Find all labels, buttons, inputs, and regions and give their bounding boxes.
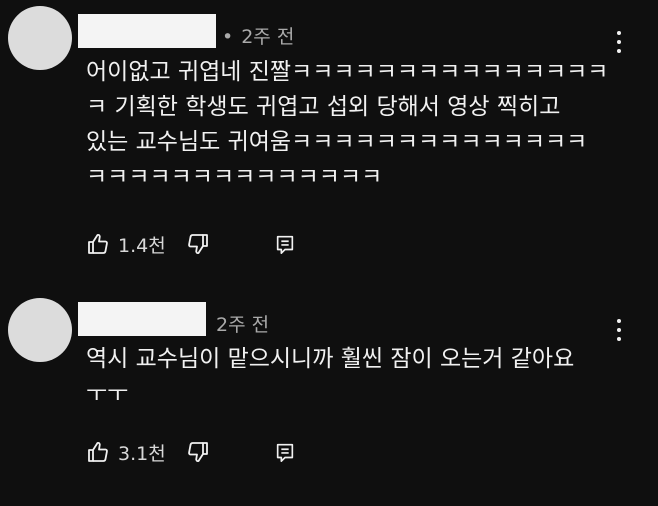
more-vert-icon[interactable] [616,319,622,341]
like-count: 3.1천 [118,442,166,465]
thumbs-up-icon [88,234,108,254]
comment-meta: 2주 전 [216,310,269,337]
comment-2: 2주 전 역시 교수님이 맡으시니까 훨씬 잠이 오는거 같아요 ㅜㅜ 3.1천 [0,290,658,506]
reply-button[interactable] [274,229,296,259]
dislike-button[interactable] [186,229,210,259]
like-count: 1.4천 [118,234,166,257]
thumbs-up-icon [88,442,108,462]
reply-icon [276,235,294,254]
thumbs-down-icon [188,442,208,462]
more-vert-icon[interactable] [616,31,622,53]
comment-time[interactable]: 2주 전 [241,26,294,48]
reply-button[interactable] [274,437,296,467]
like-button[interactable]: 1.4천 [86,229,166,259]
comment-1: • 2주 전 어이없고 귀엽네 진짤ㅋㅋㅋㅋㅋㅋㅋㅋㅋㅋㅋㅋㅋㅋㅋ ㅋ 기획한 학… [0,0,658,290]
author-name-redacted[interactable] [78,14,216,48]
comment-actions: 1.4천 [86,229,326,259]
comment-text: 역시 교수님이 맡으시니까 훨씬 잠이 오는거 같아요 ㅜㅜ [86,346,575,407]
comment-time[interactable]: 2주 전 [216,314,269,336]
comment-text: 어이없고 귀엽네 진짤ㅋㅋㅋㅋㅋㅋㅋㅋㅋㅋㅋㅋㅋㅋㅋ ㅋ 기획한 학생도 귀엽고… [86,59,609,190]
avatar[interactable] [8,6,72,70]
dislike-button[interactable] [186,437,210,467]
like-button[interactable]: 3.1천 [86,437,166,467]
comment-meta: • 2주 전 [222,22,294,49]
author-name-redacted[interactable] [78,302,206,336]
thumbs-down-icon [188,234,208,254]
separator-dot: • [222,26,234,48]
avatar[interactable] [8,298,72,362]
comment-actions: 3.1천 [86,437,326,467]
reply-icon [276,443,294,462]
